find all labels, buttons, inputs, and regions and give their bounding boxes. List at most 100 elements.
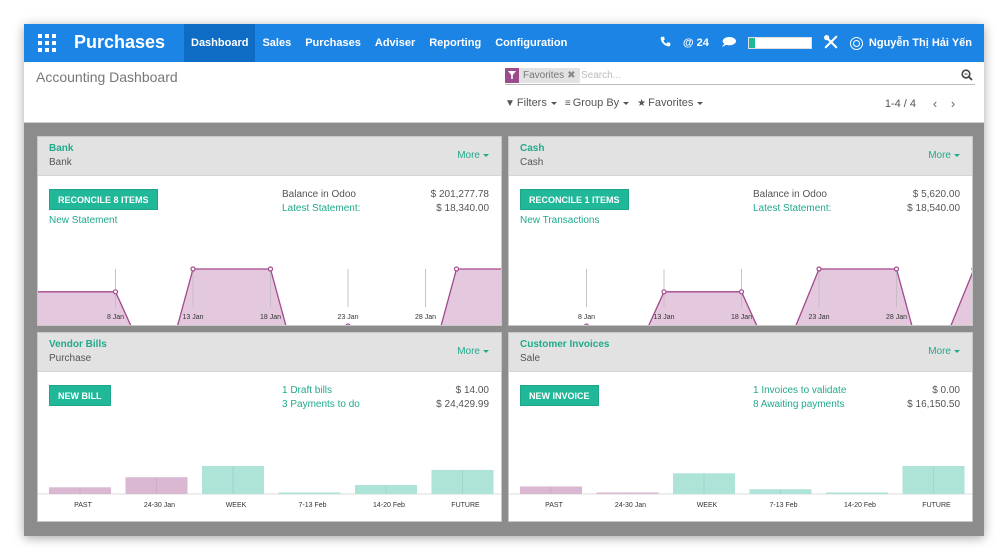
reconcile-button[interactable]: RECONCILE 8 ITEMS [49, 189, 158, 210]
menu-adviser[interactable]: Adviser [368, 24, 422, 62]
card-title[interactable]: Bank [49, 143, 73, 154]
x-tick-label: PAST [545, 502, 563, 509]
card-subtitle: Purchase [49, 353, 92, 364]
card-subtitle: Cash [520, 157, 544, 168]
group-by-dropdown[interactable]: ≡ Group By [564, 97, 630, 109]
list-icon: ≡ [564, 97, 571, 109]
phone-icon[interactable] [660, 36, 671, 50]
pager-value[interactable]: 1-4 / 4 [885, 98, 916, 110]
latest-statement-value: $ 18,540.00 [907, 203, 960, 214]
more-label: More [457, 346, 480, 357]
app-title: Purchases [74, 32, 166, 52]
data-point [816, 266, 822, 272]
card-header: Bank Bank More [38, 137, 501, 176]
app-window: Purchases Dashboard Sales Purchases Advi… [24, 24, 984, 536]
draft-bills-link[interactable]: 1 Draft bills [282, 385, 332, 396]
vendor-bills-chart: PAST 24-30 Jan WEEK 7-13 Feb 14-20 Feb FUTURE [38, 466, 501, 509]
breadcrumb: Accounting Dashboard [36, 69, 178, 85]
x-tick-label: 24-30 Jan [144, 502, 175, 509]
balance-label: Balance in Odoo [282, 189, 356, 200]
search-input[interactable] [581, 68, 951, 83]
facet-label: Favorites [523, 70, 565, 81]
menu-purchases[interactable]: Purchases [298, 24, 368, 62]
journal-card-customer-invoices: Customer Invoices Sale More NEW INVOICE … [508, 332, 973, 522]
more-dropdown[interactable]: More [457, 346, 489, 357]
filters-label: Filters [516, 97, 547, 109]
search-options: ▼ Filters ≡ Group By ★ Favorites [505, 97, 711, 109]
data-point [267, 266, 274, 272]
journal-card-vendor-bills: Vendor Bills Purchase More NEW BILL 1 Dr… [37, 332, 502, 522]
menu-reporting[interactable]: Reporting [422, 24, 488, 62]
payments-to-do-link[interactable]: 3 Payments to do [282, 399, 360, 410]
awaiting-payments-link[interactable]: 8 Awaiting payments [753, 399, 845, 410]
more-dropdown[interactable]: More [928, 346, 960, 357]
card-title[interactable]: Cash [520, 143, 544, 154]
mentions-counter[interactable]: @ 24 [683, 37, 709, 49]
menu-configuration[interactable]: Configuration [488, 24, 574, 62]
invoices-to-validate-link[interactable]: 1 Invoices to validate [753, 385, 846, 396]
new-bill-button[interactable]: NEW BILL [49, 385, 111, 406]
new-transactions-link[interactable]: New Transactions [520, 215, 599, 226]
draft-bills-value: $ 14.00 [455, 385, 489, 396]
data-point [453, 266, 460, 272]
search-bar: Favorites ✖ [505, 67, 975, 85]
journal-card-cash: Cash Cash More RECONCILE 1 ITEMS New Tra… [508, 136, 973, 326]
wrench-screwdriver-icon[interactable] [823, 34, 838, 52]
card-subtitle: Sale [520, 353, 541, 364]
card-title[interactable]: Vendor Bills [49, 339, 107, 350]
card-title[interactable]: Customer Invoices [520, 339, 609, 350]
card-subtitle: Bank [49, 157, 72, 168]
x-tick-label: 18 Jan [260, 314, 281, 321]
menu-sales[interactable]: Sales [255, 24, 298, 62]
journal-card-bank: Bank Bank More RECONCILE 8 ITEMS New Sta… [37, 136, 502, 326]
star-icon: ★ [637, 97, 647, 109]
x-tick-label: 8 Jan [578, 314, 595, 321]
pager-previous-button[interactable]: ‹ [926, 96, 944, 111]
control-panel: Accounting Dashboard Favorites ✖ ▼ Filte… [24, 62, 984, 123]
card-header: Vendor Bills Purchase More [38, 333, 501, 372]
x-tick-label: 18 Jan [731, 314, 752, 321]
caret-down-icon [623, 101, 630, 105]
x-tick-label: WEEK [697, 502, 718, 509]
more-dropdown[interactable]: More [928, 150, 960, 161]
reconcile-button[interactable]: RECONCILE 1 ITEMS [520, 189, 629, 210]
x-tick-label: FUTURE [451, 502, 480, 509]
x-tick-label: 14-20 Feb [373, 502, 405, 509]
latest-statement-link[interactable]: Latest Statement: [282, 203, 360, 214]
x-tick-label: 13 Jan [182, 314, 203, 321]
pager: 1-4 / 4 ‹ › [885, 96, 962, 111]
filter-icon: ▼ [505, 97, 515, 109]
app-grid-icon[interactable] [38, 34, 56, 52]
caret-down-icon [483, 153, 489, 157]
chat-bubble-icon[interactable] [721, 36, 736, 51]
user-menu[interactable]: Nguyễn Thị Hải Yến [849, 36, 972, 50]
balance-value: $ 201,277.78 [430, 189, 489, 200]
bank-balance-chart: 8 Jan 13 Jan 18 Jan 23 Jan 28 Jan [38, 266, 501, 325]
card-header: Cash Cash More [509, 137, 972, 176]
search-facet: Favorites ✖ [505, 68, 580, 83]
search-icon[interactable] [961, 68, 973, 81]
x-tick-label: PAST [74, 502, 92, 509]
new-statement-link[interactable]: New Statement [49, 215, 117, 226]
data-point [190, 266, 196, 272]
latest-statement-link[interactable]: Latest Statement: [753, 203, 831, 214]
progress-bar[interactable] [747, 37, 812, 49]
data-point [738, 289, 745, 295]
more-dropdown[interactable]: More [457, 150, 489, 161]
data-point [112, 289, 119, 295]
favorites-dropdown[interactable]: ★ Favorites [637, 97, 704, 109]
awaiting-payments-value: $ 16,150.50 [907, 399, 960, 410]
user-name: Nguyễn Thị Hải Yến [868, 37, 972, 49]
data-point [345, 323, 351, 325]
payments-to-do-value: $ 24,429.99 [436, 399, 489, 410]
new-invoice-button[interactable]: NEW INVOICE [520, 385, 599, 406]
data-point [971, 267, 972, 271]
remove-facet-icon[interactable]: ✖ [567, 70, 579, 81]
filters-dropdown[interactable]: ▼ Filters [505, 97, 557, 109]
x-tick-label: 7-13 Feb [769, 502, 797, 509]
menu-dashboard[interactable]: Dashboard [184, 24, 256, 62]
caret-down-icon [483, 349, 489, 353]
pager-next-button[interactable]: › [944, 96, 962, 111]
invoices-to-validate-value: $ 0.00 [932, 385, 960, 396]
more-label: More [928, 346, 951, 357]
